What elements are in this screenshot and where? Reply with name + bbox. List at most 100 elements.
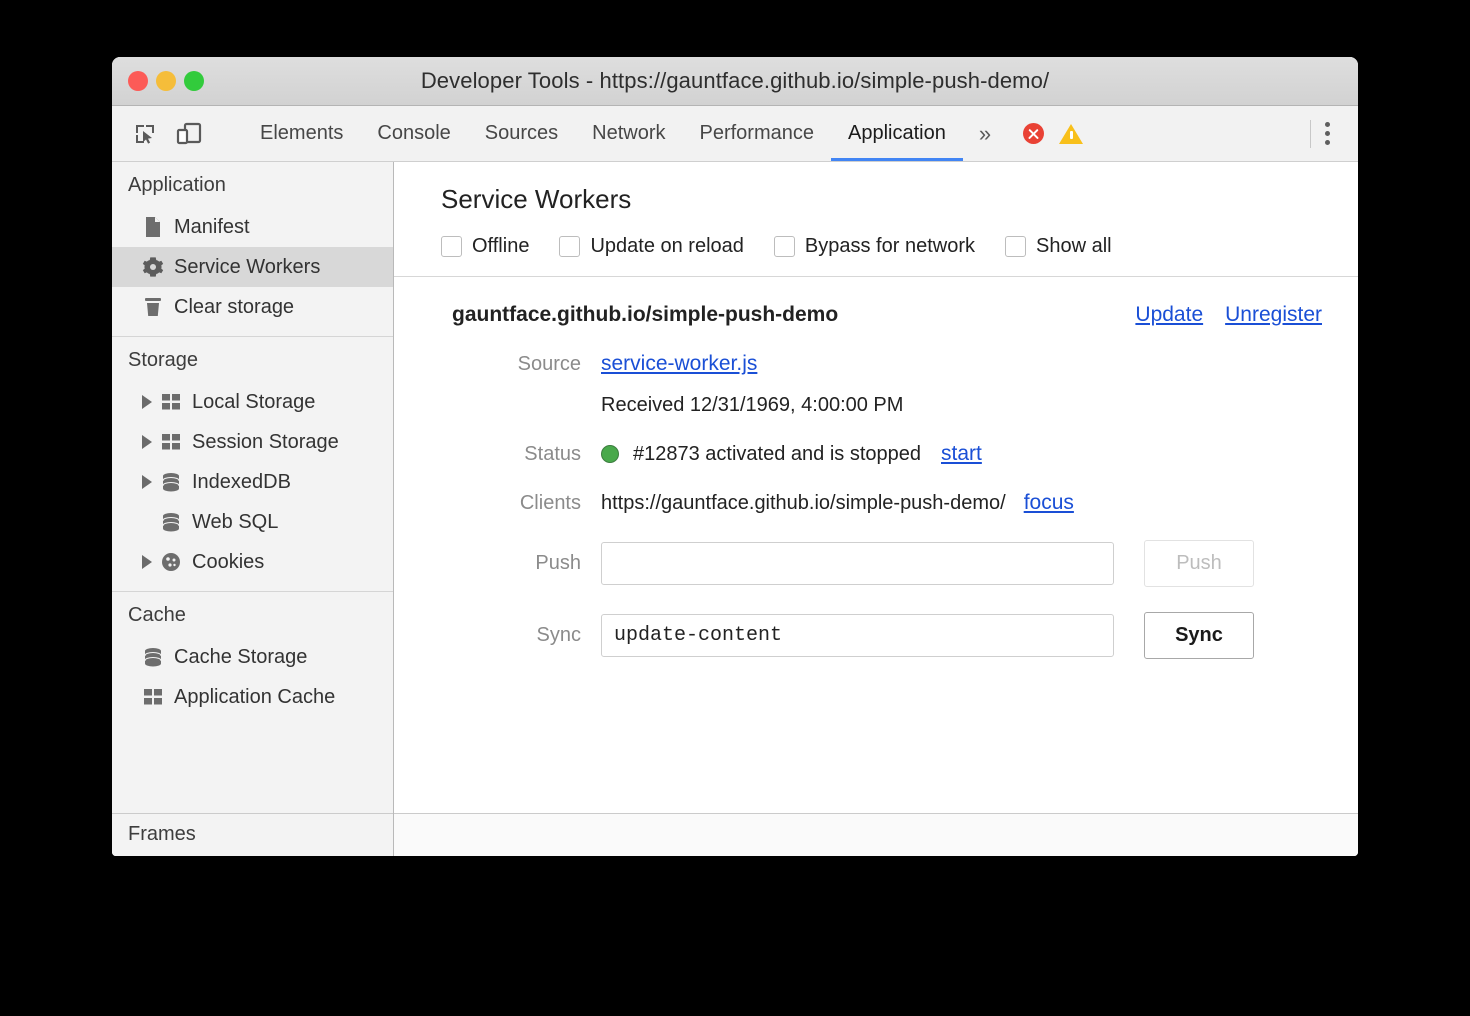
sync-input[interactable] [601,614,1114,657]
sidebar-item-label: Web SQL [192,511,278,534]
sidebar-item-label: Application Cache [174,686,335,709]
push-input[interactable] [601,542,1114,585]
checkbox-update-on-reload[interactable]: Update on reload [559,235,743,258]
update-link[interactable]: Update [1135,303,1203,327]
checkbox-label: Update on reload [590,235,743,258]
sidebar-item-local-storage[interactable]: Local Storage [112,382,393,422]
application-panel: Application Manifest Service [112,162,1358,856]
document-icon [142,216,164,238]
sidebar-item-label: Clear storage [174,296,294,319]
service-workers-header: Service Workers Offline Update on reload… [394,162,1358,276]
sidebar-item-label: Local Storage [192,391,315,414]
push-label: Push [452,552,601,575]
vertical-dots-menu-icon[interactable] [1311,122,1344,145]
sidebar-item-cache-storage[interactable]: Cache Storage [112,637,393,677]
checkbox-offline[interactable]: Offline [441,235,529,258]
chevron-right-icon[interactable] [142,395,152,409]
registration-actions: Update Unregister [1135,303,1322,327]
sidebar-item-application-cache[interactable]: Application Cache [112,677,393,717]
gear-icon [142,256,164,278]
source-file-link[interactable]: service-worker.js [601,352,757,376]
window-title: Developer Tools - https://gauntface.gith… [112,68,1358,94]
sync-controls: Sync [601,612,1254,659]
client-url: https://gauntface.github.io/simple-push-… [601,492,1006,515]
start-link[interactable]: start [941,442,982,466]
tab-console[interactable]: Console [360,106,467,161]
focus-link[interactable]: focus [1024,491,1074,515]
status-row: Status #12873 activated and is stopped s… [394,442,1358,466]
inspect-element-icon[interactable] [130,119,160,149]
sidebar-section-application: Application [112,162,393,207]
minimize-window-button[interactable] [156,71,176,91]
status-icon-group [1023,106,1083,161]
checkbox-label: Bypass for network [805,235,975,258]
tab-network[interactable]: Network [575,106,682,161]
clients-value: https://gauntface.github.io/simple-push-… [601,491,1074,515]
checkbox-show-all[interactable]: Show all [1005,235,1112,258]
sidebar-item-manifest[interactable]: Manifest [112,207,393,247]
trash-icon [142,296,164,318]
content-footer [394,813,1358,856]
sidebar-item-label: IndexedDB [192,471,291,494]
chevron-right-icon[interactable] [142,435,152,449]
table-icon [142,686,164,708]
chevron-right-icon[interactable] [142,555,152,569]
tab-sources[interactable]: Sources [468,106,575,161]
sidebar-item-indexeddb[interactable]: IndexedDB [112,462,393,502]
chevron-right-icon[interactable] [142,475,152,489]
push-row: Push Push [394,540,1358,587]
source-label: Source [452,353,601,376]
sidebar-item-service-workers[interactable]: Service Workers [112,247,393,287]
sidebar-item-web-sql[interactable]: Web SQL [112,502,393,542]
sidebar-item-label: Cookies [192,551,264,574]
received-row: Received 12/31/1969, 4:00:00 PM [394,394,1358,417]
tab-application[interactable]: Application [831,106,963,161]
service-worker-registration: gauntface.github.io/simple-push-demo Upd… [394,277,1358,659]
devtools-toolbar: Elements Console Sources Network Perform… [112,106,1358,162]
sync-label: Sync [452,624,601,647]
service-worker-options: Offline Update on reload Bypass for netw… [441,235,1358,276]
status-badge [601,445,619,463]
checkbox-box[interactable] [441,236,462,257]
error-icon[interactable] [1023,123,1044,144]
database-icon [160,511,182,533]
device-toolbar-icon[interactable] [174,119,204,149]
close-window-button[interactable] [128,71,148,91]
database-icon [142,646,164,668]
sidebar-frames-section: Frames [112,813,393,856]
sync-row: Sync Sync [394,612,1358,659]
status-value: #12873 activated and is stopped start [601,442,982,466]
service-workers-view: Service Workers Offline Update on reload… [394,162,1358,856]
registration-header: gauntface.github.io/simple-push-demo Upd… [394,303,1358,327]
cookie-icon [160,551,182,573]
checkbox-box[interactable] [559,236,580,257]
tab-elements[interactable]: Elements [243,106,360,161]
status-text: #12873 activated and is stopped [633,443,921,466]
warning-icon[interactable] [1059,124,1083,144]
sidebar-item-session-storage[interactable]: Session Storage [112,422,393,462]
database-icon [160,471,182,493]
registration-scope: gauntface.github.io/simple-push-demo [452,303,838,327]
table-icon [160,431,182,453]
sidebar-item-cookies[interactable]: Cookies [112,542,393,582]
sidebar-item-clear-storage[interactable]: Clear storage [112,287,393,327]
zoom-window-button[interactable] [184,71,204,91]
checkbox-box[interactable] [1005,236,1026,257]
unregister-link[interactable]: Unregister [1225,303,1322,327]
window-titlebar: Developer Tools - https://gauntface.gith… [112,57,1358,106]
source-value: service-worker.js [601,352,757,376]
checkbox-box[interactable] [774,236,795,257]
more-tabs-icon[interactable]: » [963,106,1007,161]
sync-button[interactable]: Sync [1144,612,1254,659]
sidebar-item-label: Cache Storage [174,646,307,669]
checkbox-label: Offline [472,235,529,258]
checkbox-bypass-for-network[interactable]: Bypass for network [774,235,975,258]
toolbar-icon-group [112,106,233,161]
tab-performance[interactable]: Performance [683,106,832,161]
sidebar-section-frames: Frames [112,814,393,856]
push-button[interactable]: Push [1144,540,1254,587]
checkbox-label: Show all [1036,235,1112,258]
source-row: Source service-worker.js [394,352,1358,376]
received-text: Received 12/31/1969, 4:00:00 PM [601,394,903,417]
page-title: Service Workers [441,184,1358,215]
